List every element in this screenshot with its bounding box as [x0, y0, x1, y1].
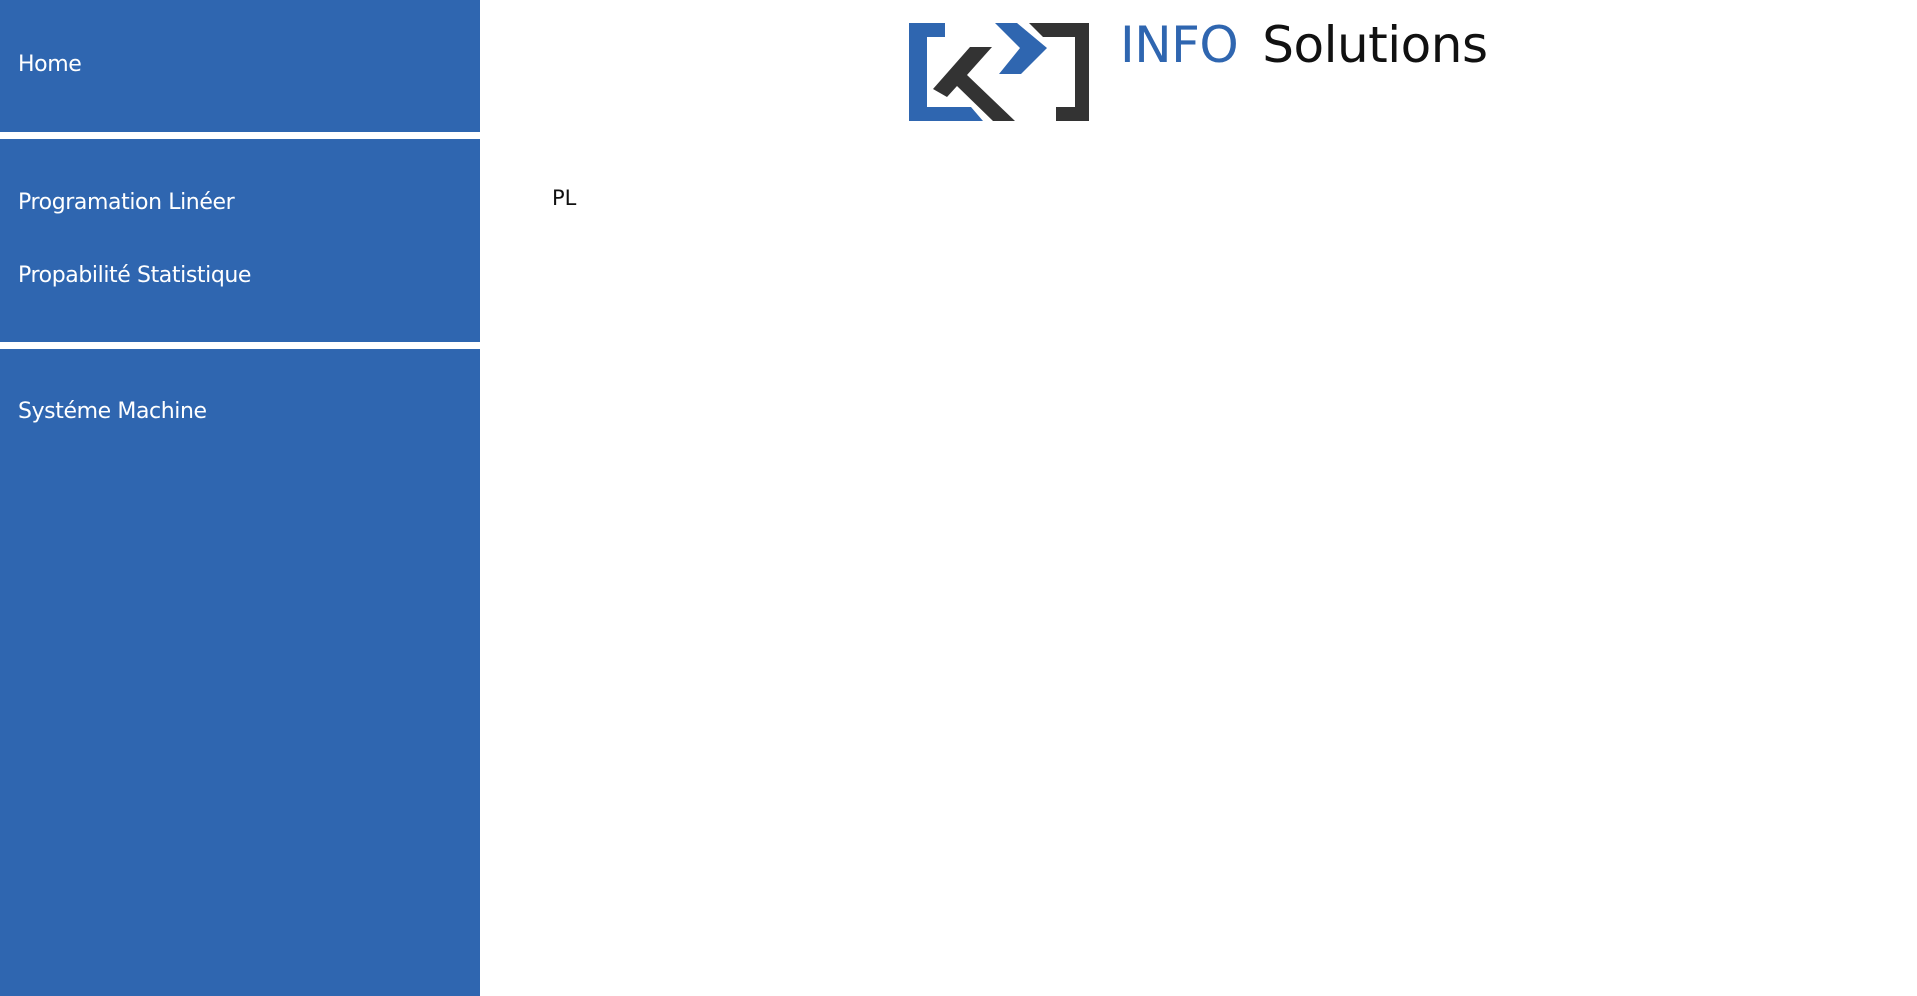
- brand-primary-text: INFO: [1120, 16, 1239, 74]
- sidebar-item-programation-lineer[interactable]: Programation Linéer: [18, 190, 235, 215]
- sidebar-item-systeme-machine[interactable]: Systéme Machine: [18, 399, 207, 424]
- sidebar-section-systeme: Systéme Machine: [0, 349, 480, 996]
- sidebar: Home Programation Linéer Propabilité Sta…: [0, 0, 480, 996]
- brand-secondary-text: Solutions: [1262, 16, 1488, 74]
- sidebar-item-propabilite-statistique[interactable]: Propabilité Statistique: [18, 263, 251, 288]
- brand-title: INFO Solutions: [1120, 12, 1488, 78]
- sidebar-section-home: Home: [0, 0, 480, 132]
- main-content: [480, 0, 1917, 996]
- sidebar-item-home[interactable]: Home: [18, 52, 82, 77]
- sidebar-section-math: Programation Linéer Propabilité Statisti…: [0, 139, 480, 342]
- page-content-text: PL: [552, 186, 577, 210]
- brand-logo-icon: [909, 23, 1089, 121]
